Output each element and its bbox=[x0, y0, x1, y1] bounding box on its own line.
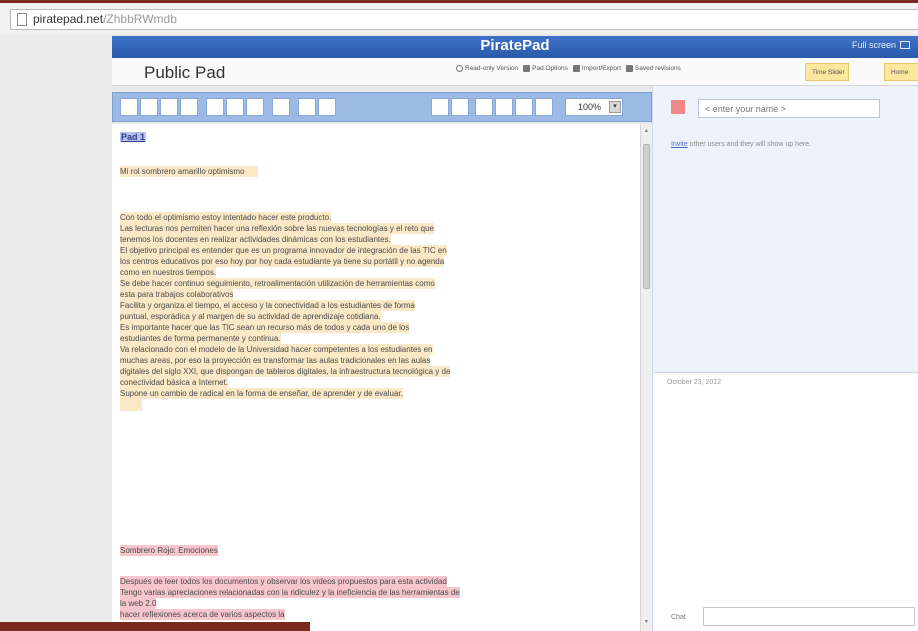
text-line: Después de leer todos los documentos y o… bbox=[120, 576, 447, 587]
text-line: digitales del siglo XXI, que dispongan d… bbox=[120, 366, 451, 377]
outdent-button[interactable] bbox=[246, 98, 264, 116]
link-button[interactable] bbox=[515, 98, 533, 116]
browser-address-bar: piratepad.net/ZhbbRWmdb bbox=[0, 0, 918, 34]
pad-heading: Pad 1 bbox=[120, 132, 147, 142]
scroll-down-icon[interactable]: ▾ bbox=[643, 619, 650, 625]
text-line: El objetivo principal es entender que es… bbox=[120, 245, 447, 256]
underline-button[interactable] bbox=[160, 98, 178, 116]
bullet-list-button[interactable] bbox=[206, 98, 224, 116]
strikethrough-button[interactable] bbox=[180, 98, 198, 116]
full-screen-label: Full screen bbox=[851, 40, 896, 50]
chat-date: October 23, 2012 bbox=[667, 379, 722, 386]
text-line: la web 2.0 bbox=[120, 598, 157, 609]
redo-button[interactable] bbox=[298, 98, 316, 116]
import-button[interactable] bbox=[451, 98, 469, 116]
text-line: Va relacionado con el modelo de la Unive… bbox=[120, 344, 433, 355]
revisions-icon bbox=[625, 65, 633, 72]
chat-label: Chat bbox=[671, 614, 686, 621]
taskbar-strip bbox=[0, 622, 310, 631]
full-screen-icon bbox=[900, 41, 910, 49]
zoom-select[interactable]: 100% ▾ bbox=[565, 98, 623, 116]
pad-options-link[interactable]: Pad Options bbox=[523, 65, 568, 72]
app-title: PiratePad bbox=[480, 37, 550, 54]
full-screen-button[interactable]: Full screen bbox=[852, 40, 910, 50]
read-only-link[interactable]: Read-only Version bbox=[456, 65, 518, 72]
import-export-icon bbox=[572, 65, 580, 72]
text-line: hacer reflexiones acerca de varios aspec… bbox=[120, 609, 285, 620]
doc-bar: Public Pad Read-only Version Pad Options… bbox=[112, 58, 918, 86]
text-line: estudiantes de forma permanente y contin… bbox=[120, 333, 281, 344]
intro-line: Mi rol sombrero amarillo optimismo bbox=[120, 166, 259, 177]
name-input[interactable] bbox=[698, 99, 880, 118]
home-tab[interactable]: Home bbox=[884, 63, 918, 81]
chevron-down-icon: ▾ bbox=[609, 101, 621, 113]
invite-link[interactable]: Invite bbox=[671, 141, 688, 148]
text-line: Con todo el optimismo estoy intentado ha… bbox=[120, 212, 332, 223]
text-line: esta para trabajos colaborativos bbox=[120, 289, 234, 300]
text-line: Es importante hacer que las TIC sean un … bbox=[120, 322, 410, 333]
text-line: Se debe hacer continuo seguimiento, retr… bbox=[120, 278, 435, 289]
embed-button[interactable] bbox=[475, 98, 493, 116]
settings-button[interactable] bbox=[495, 98, 513, 116]
users-panel: Invite other users and they will show up… bbox=[652, 86, 918, 372]
pad-editor[interactable]: Pad 1 Mi rol sombrero amarillo optimismo… bbox=[112, 124, 640, 631]
text-line: conectividad básica a Internet. bbox=[120, 377, 229, 388]
user-color-swatch[interactable] bbox=[671, 100, 685, 114]
text-line: puntual, esporádica y al margen de su ac… bbox=[120, 311, 381, 322]
options-icon bbox=[523, 65, 531, 72]
pad-name: Public Pad bbox=[144, 63, 226, 82]
left-gutter bbox=[0, 34, 112, 631]
zoom-value: 100% bbox=[578, 102, 602, 112]
doc-links: Read-only Version Pad Options Import/Exp… bbox=[456, 65, 681, 72]
scroll-thumb[interactable] bbox=[643, 144, 650, 289]
highlight-block bbox=[120, 399, 142, 411]
pink-heading: Sombrero Rojo: Emociones bbox=[120, 545, 218, 556]
url-domain: piratepad.net bbox=[33, 12, 104, 26]
scroll-up-icon[interactable]: ▴ bbox=[643, 128, 650, 134]
text-line: Tengo varias apreciaciones relacionadas … bbox=[120, 587, 460, 598]
editor-scrollbar[interactable]: ▴ ▾ bbox=[640, 124, 652, 631]
page-icon bbox=[17, 13, 27, 26]
chat-input[interactable] bbox=[703, 607, 915, 626]
invite-text: other users and they will show up here. bbox=[687, 141, 812, 148]
print-button[interactable] bbox=[535, 98, 553, 116]
text-line: muchas areas, por eso la proyección es t… bbox=[120, 355, 431, 366]
text-line: Las lecturas nos permiten hacer una refl… bbox=[120, 223, 434, 234]
text-line: tenemos los docentes en realizar activid… bbox=[120, 234, 391, 245]
import-export-link[interactable]: Import/Export bbox=[572, 65, 621, 72]
bold-button[interactable] bbox=[120, 98, 138, 116]
clear-authorship-button[interactable] bbox=[318, 98, 336, 116]
time-slider-tab[interactable]: Time Slider bbox=[805, 63, 849, 81]
text-line: los centros educativos por eso hoy por h… bbox=[120, 256, 445, 267]
eye-icon bbox=[456, 65, 463, 72]
chat-panel: October 23, 2012 Chat bbox=[652, 372, 918, 631]
url-path: /ZhbbRWmdb bbox=[103, 12, 177, 26]
indent-button[interactable] bbox=[226, 98, 244, 116]
url-field[interactable]: piratepad.net/ZhbbRWmdb bbox=[10, 9, 918, 30]
editor-toolbar: 100% ▾ bbox=[112, 92, 652, 122]
saved-revisions-link[interactable]: Saved revisions bbox=[625, 65, 681, 72]
save-button[interactable] bbox=[431, 98, 449, 116]
text-line: como en nuestros tiempos. bbox=[120, 267, 217, 278]
undo-button[interactable] bbox=[272, 98, 290, 116]
text-line: Facilita y organiza el tiempo, el acceso… bbox=[120, 300, 415, 311]
text-line: Supone un cambio de radical en la forma … bbox=[120, 388, 403, 399]
app-header: PiratePad Full screen bbox=[112, 36, 918, 58]
italic-button[interactable] bbox=[140, 98, 158, 116]
